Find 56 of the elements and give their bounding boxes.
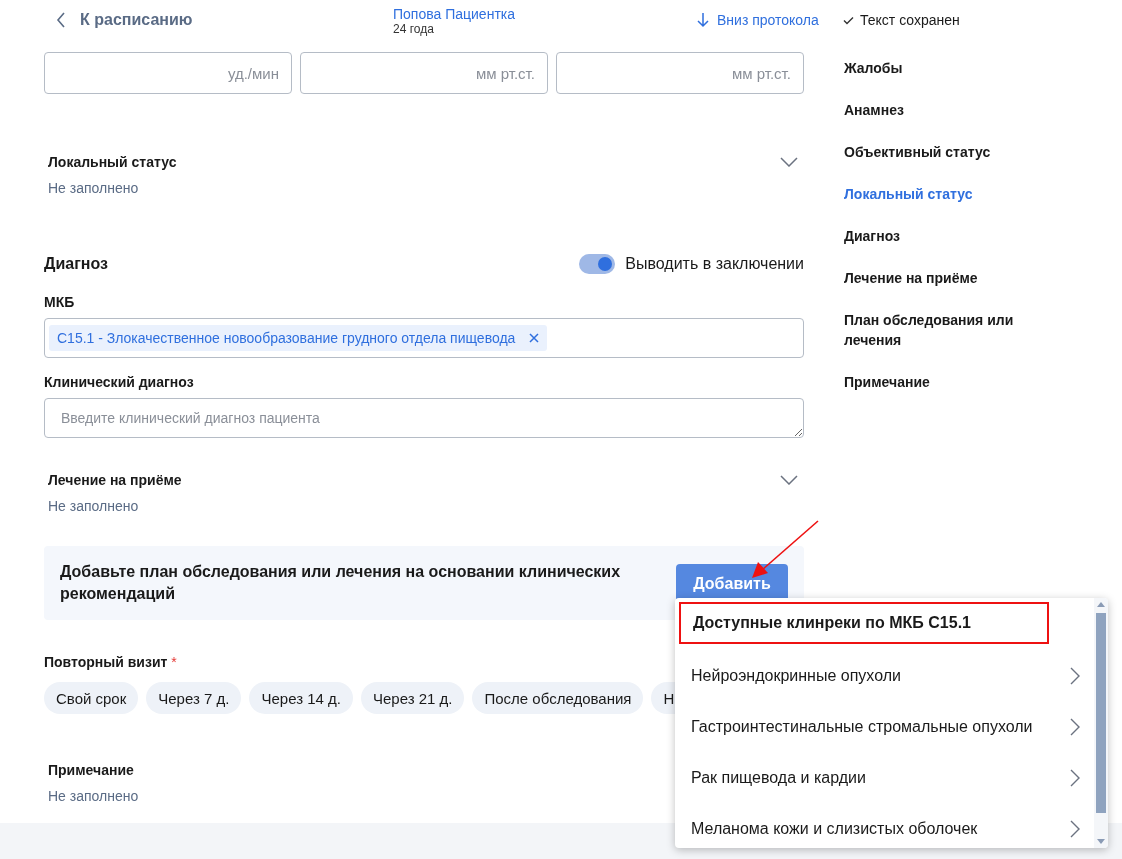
back-link[interactable]: К расписанию — [80, 11, 193, 29]
nav-item[interactable]: Локальный статус — [844, 184, 1034, 204]
section-title: Диагноз — [44, 255, 108, 273]
period-chip[interactable]: Через 14 д. — [249, 682, 353, 714]
close-icon[interactable] — [529, 333, 540, 343]
field-label: МКБ — [44, 294, 76, 310]
scroll-down-link[interactable]: Вниз протокола — [717, 12, 819, 28]
nav-item[interactable]: Примечание — [844, 372, 1034, 392]
nav-item[interactable]: Жалобы — [844, 58, 1034, 78]
section-title: Повторный визит — [44, 654, 168, 670]
nav-item[interactable]: План обследования или лечения — [844, 310, 1034, 350]
period-chip[interactable]: Свой срок — [44, 682, 139, 714]
nav-item[interactable]: Анамнез — [844, 100, 1034, 120]
period-chip[interactable]: Через 7 д. — [146, 682, 242, 714]
patient-name[interactable]: Попова Пациентка — [393, 6, 697, 22]
input-field[interactable]: мм рт.ст. — [300, 52, 548, 94]
toggle-switch[interactable] — [579, 254, 616, 274]
menu-item[interactable]: Рак пищевода и кардии — [675, 752, 1094, 803]
diagnosis-tag[interactable]: C15.1 - Злокачественное новообразование грудного отдела пищевода — [49, 325, 548, 351]
period-chip[interactable]: Через 21 д. — [360, 682, 465, 714]
scrollbar[interactable] — [1094, 598, 1108, 848]
section-title: Примечание — [48, 762, 134, 778]
menu-item[interactable]: Меланома кожи и слизистых оболочек — [675, 803, 1094, 848]
scroll-up-icon[interactable] — [1097, 602, 1105, 607]
chevron-right-icon — [1070, 819, 1080, 838]
period-chip[interactable]: После обследования — [472, 682, 644, 714]
menu-header: Доступные клинреки по МКБ C15.1 — [679, 602, 1049, 644]
back-icon[interactable] — [56, 12, 66, 28]
chevron-right-icon — [1070, 768, 1080, 787]
menu-item[interactable]: Гастроинтестинальные стромальные опухоли — [675, 701, 1094, 752]
menu-item[interactable]: Нейроэндокринные опухоли — [675, 650, 1094, 701]
nav-item[interactable]: Объективный статус — [844, 142, 1034, 162]
chevron-right-icon — [1070, 666, 1080, 685]
check-icon — [843, 15, 854, 25]
chevron-icon[interactable] — [780, 157, 798, 167]
mkb-field[interactable]: C15.1 - Злокачественное новообразование грудного отдела пищевода — [44, 318, 804, 358]
scroll-down-icon[interactable] — [1097, 839, 1105, 844]
input-field[interactable]: мм рт.ст. — [556, 52, 804, 94]
empty-value: Не заполнено — [48, 498, 139, 514]
field-label: Клинический диагноз — [44, 374, 195, 390]
empty-value: Не заполнено — [48, 180, 139, 196]
nav-item[interactable]: Диагноз — [844, 226, 1034, 246]
nav-item[interactable]: Лечение на приёме — [844, 268, 1034, 288]
section-title: Лечение на приёме — [48, 472, 182, 488]
patient-age: 24 года — [393, 22, 435, 36]
toggle-label: Выводить в заключении — [625, 255, 804, 273]
required-mark: * — [171, 654, 177, 670]
arrow-down-icon[interactable] — [697, 12, 709, 28]
clinical-diagnosis-field[interactable]: Введите клинический диагноз пациента — [44, 398, 804, 438]
section-title: Локальный статус — [48, 154, 177, 170]
save-status: Текст сохранен — [860, 12, 960, 28]
empty-value: Не заполнено — [48, 788, 139, 804]
banner-text: Добавьте план обследования или лечения на основании клинических рекомендаций — [60, 562, 622, 604]
chevron-right-icon — [1070, 717, 1080, 736]
input-field[interactable]: уд./мин — [44, 52, 292, 94]
chevron-icon[interactable] — [780, 475, 798, 485]
